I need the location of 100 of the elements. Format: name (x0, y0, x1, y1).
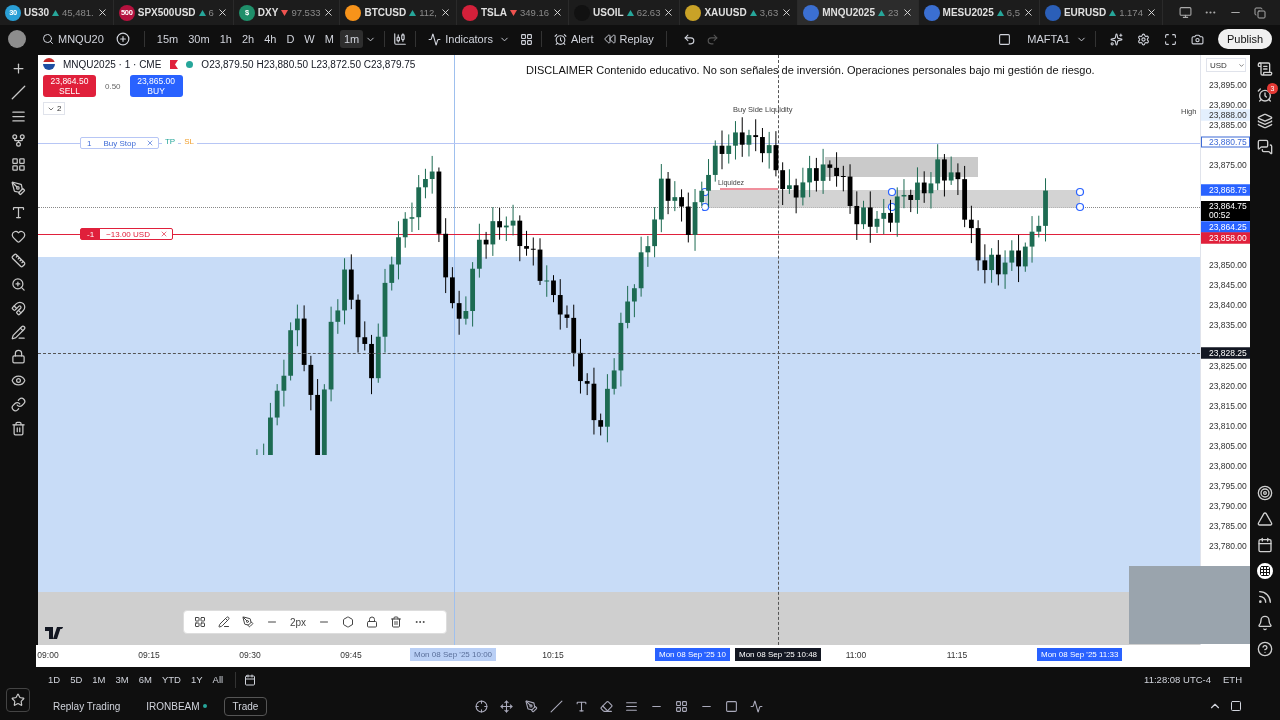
panel-tab[interactable]: IRONBEAM (137, 696, 216, 716)
range-button[interactable]: 1Y (186, 672, 207, 687)
sell-button[interactable]: 23,864.50 SELL (43, 75, 96, 97)
line-width[interactable]: 2px (290, 616, 307, 628)
layout-icon[interactable] (1178, 6, 1192, 19)
chart-title[interactable]: MNQU2025 · 1 · CME (63, 58, 162, 70)
chat-icon[interactable] (1257, 139, 1273, 155)
lock-icon[interactable] (366, 616, 379, 628)
layers-icon[interactable] (1257, 113, 1273, 129)
undo-icon[interactable] (682, 32, 696, 46)
move-icon[interactable] (500, 699, 514, 713)
maximize-icon[interactable] (1230, 700, 1242, 712)
crosshair-tool-icon[interactable] (10, 61, 26, 76)
layout-button[interactable]: MAFTA1 (1023, 30, 1074, 48)
target-icon[interactable] (1257, 485, 1273, 501)
fill-icon[interactable] (242, 616, 254, 628)
interval-button[interactable]: 15m (152, 30, 183, 48)
interval-button[interactable]: D (282, 30, 299, 48)
close-icon[interactable] (96, 7, 108, 18)
ruler-icon[interactable] (10, 253, 26, 268)
interval-button[interactable]: W (300, 30, 319, 48)
link-icon[interactable] (10, 397, 26, 412)
panel-tab[interactable]: Replay Trading (44, 696, 130, 716)
fib-tool-icon[interactable] (625, 699, 639, 713)
trash-icon[interactable] (390, 616, 403, 628)
publish-button[interactable]: Publish (1217, 29, 1272, 49)
interval-button[interactable]: 2h (237, 30, 259, 48)
range-button[interactable]: 1M (88, 672, 110, 687)
interval-button[interactable]: 30m (184, 30, 214, 48)
brush-icon[interactable] (525, 699, 539, 713)
range-button[interactable]: YTD (157, 672, 185, 687)
interval-button[interactable]: 1m (339, 30, 364, 48)
trade-button[interactable]: Trade (223, 696, 268, 716)
avatar[interactable] (8, 30, 26, 48)
pencil-icon[interactable] (218, 616, 230, 628)
position-label[interactable]: -1 −13.00 USD (80, 228, 173, 240)
square-icon[interactable] (998, 32, 1012, 46)
favorites-button[interactable] (6, 688, 30, 712)
redo-icon[interactable] (705, 32, 719, 46)
calendar-icon[interactable] (1257, 537, 1273, 553)
close-icon[interactable] (663, 7, 675, 18)
close-icon[interactable] (323, 7, 335, 18)
close-icon[interactable] (216, 7, 228, 18)
heart-icon[interactable] (10, 229, 26, 244)
replay-button[interactable]: Replay (599, 30, 658, 48)
brush-icon[interactable] (10, 181, 26, 196)
pattern-tool-icon[interactable] (675, 699, 689, 713)
buy-button[interactable]: 23,865.00 BUY (129, 75, 183, 97)
interval-button[interactable]: 1h (215, 30, 236, 48)
calendar-icon[interactable] (244, 673, 257, 686)
text-tool-icon[interactable] (575, 699, 589, 713)
session-button[interactable]: ETH (1223, 674, 1242, 685)
template-icon[interactable] (194, 616, 206, 628)
candlestick-icon[interactable] (393, 32, 408, 46)
close-icon[interactable] (901, 7, 913, 18)
flag-marker-icon[interactable] (169, 59, 179, 69)
fib-tool-icon[interactable] (10, 109, 26, 124)
range-button[interactable]: 3M (111, 672, 133, 687)
interval-button[interactable]: 4h (260, 30, 281, 48)
alarm-clock-icon[interactable] (1257, 87, 1273, 103)
restore-icon[interactable] (1253, 6, 1266, 19)
trash-icon[interactable] (10, 421, 26, 436)
text-tool-icon[interactable] (10, 205, 26, 220)
lock-icon[interactable] (10, 349, 26, 364)
watchlist-icon[interactable] (1257, 61, 1273, 77)
close-icon[interactable] (552, 7, 564, 18)
interval-button[interactable]: M (320, 30, 338, 48)
trend-line-icon[interactable] (10, 85, 26, 100)
bell-icon[interactable] (1257, 615, 1273, 631)
range-button[interactable]: 5D (66, 672, 87, 687)
crosshair-icon[interactable] (475, 699, 489, 713)
pattern-tool-icon[interactable] (10, 157, 26, 172)
add-symbol-icon[interactable] (115, 32, 130, 46)
trend-line-icon[interactable] (550, 699, 564, 713)
indicators-button[interactable]: Indicators (424, 29, 497, 49)
order-label[interactable]: 1 Buy Stop (80, 137, 159, 149)
range-button[interactable]: All (208, 672, 228, 687)
rectangle-icon[interactable] (725, 699, 739, 713)
path-icon[interactable] (750, 699, 764, 713)
templates-icon[interactable] (519, 32, 533, 46)
eye-icon[interactable] (10, 373, 26, 388)
zoom-icon[interactable] (10, 277, 26, 292)
magnet-icon[interactable] (10, 301, 26, 316)
symbol-search[interactable]: MNQU20 (38, 30, 108, 48)
symbol-tab[interactable]: MNQU2025 23 (798, 0, 919, 25)
range-button[interactable]: 6M (134, 672, 156, 687)
close-icon[interactable] (781, 7, 793, 18)
currency-select[interactable]: USD (1206, 58, 1246, 72)
close-icon[interactable] (1145, 7, 1157, 18)
camera-icon[interactable] (1190, 32, 1204, 46)
triangle-icon[interactable] (1257, 511, 1273, 527)
eraser-icon[interactable] (600, 699, 614, 713)
pitchfork-icon[interactable] (10, 133, 26, 148)
signal-icon[interactable] (1257, 589, 1273, 605)
fullscreen-icon[interactable] (1163, 32, 1177, 46)
grid-icon[interactable] (1257, 563, 1273, 579)
help-icon[interactable] (1257, 641, 1273, 657)
collapse-button[interactable]: 2 (43, 102, 66, 115)
close-icon[interactable] (439, 7, 451, 18)
range-button[interactable]: 1D (44, 672, 65, 687)
